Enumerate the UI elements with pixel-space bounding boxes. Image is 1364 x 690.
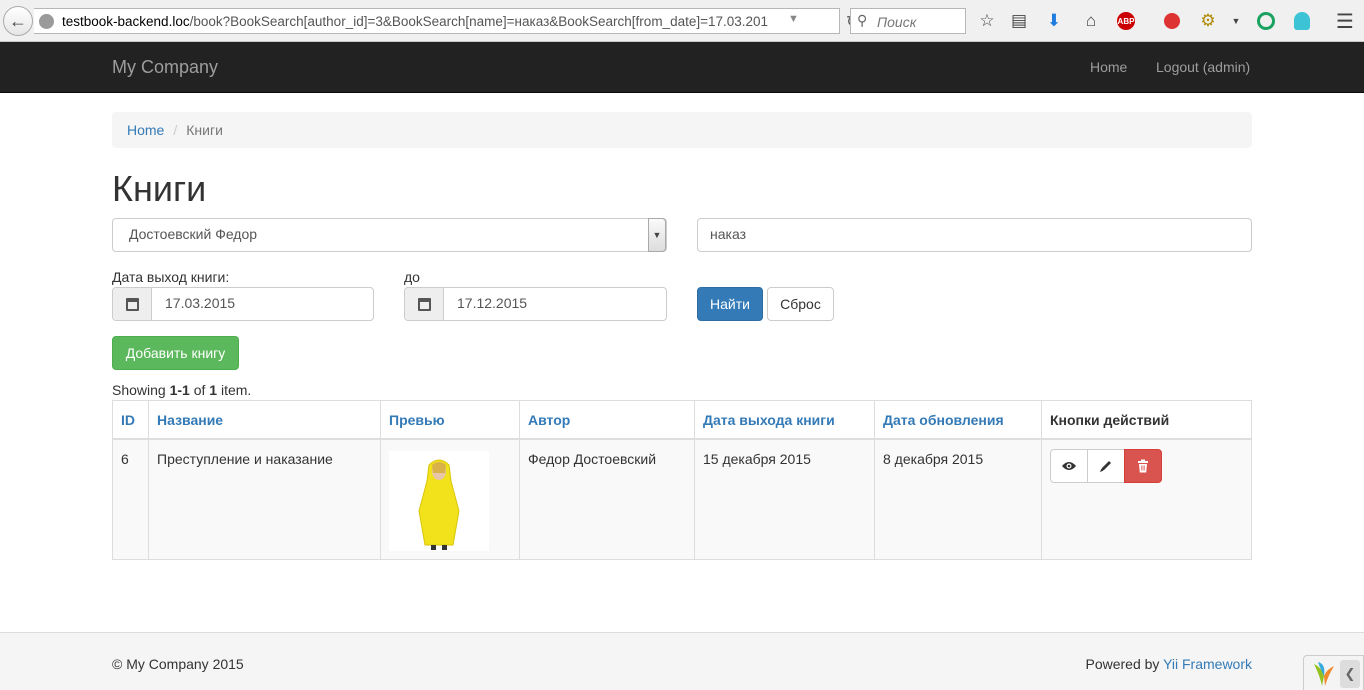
cell-release-date: 15 декабря 2015 xyxy=(694,438,875,560)
chevron-left-icon[interactable]: ❮ xyxy=(1340,660,1360,688)
action-button-group xyxy=(1050,448,1243,483)
column-header-release-date[interactable]: Дата выхода книги xyxy=(694,400,875,440)
breadcrumb: Home / Книги xyxy=(112,112,1252,148)
calendar-icon[interactable] xyxy=(113,288,152,320)
address-bar[interactable]: testbook-backend.loc/book?BookSearch[aut… xyxy=(34,8,859,34)
name-search-input[interactable]: наказ xyxy=(697,218,1252,252)
table-row: 6 Преступление и наказание Федор Достоев… xyxy=(112,438,1252,560)
reading-list-icon[interactable]: ▤ xyxy=(1008,10,1030,32)
extension-gear-icon[interactable]: ⚙ xyxy=(1197,10,1219,32)
extension-ghost-icon[interactable] xyxy=(1294,12,1310,30)
book-preview-image[interactable] xyxy=(389,450,489,551)
page-title: Книги xyxy=(112,168,207,209)
extension-red-icon[interactable] xyxy=(1164,13,1180,29)
cell-name: Преступление и наказание xyxy=(148,438,381,560)
view-eye-icon[interactable] xyxy=(1050,448,1088,483)
name-search-value: наказ xyxy=(710,226,746,242)
download-icon[interactable]: ⬇ xyxy=(1043,10,1065,32)
to-date-label: до xyxy=(404,269,420,285)
bookmark-star-icon[interactable]: ☆ xyxy=(976,10,998,32)
chevron-down-icon[interactable]: ▼ xyxy=(648,218,666,252)
cell-author: Федор Достоевский xyxy=(519,438,695,560)
footer-copyright: © My Company 2015 xyxy=(112,656,244,672)
browser-toolbar: ← testbook-backend.loc/book?BookSearch[a… xyxy=(0,0,1364,42)
calendar-icon[interactable] xyxy=(405,288,444,320)
breadcrumb-current: Книги xyxy=(186,122,223,138)
browser-search-input[interactable]: ⚲ Поиск xyxy=(850,8,966,34)
menu-dropdown-icon[interactable]: ▼ xyxy=(1225,10,1247,32)
to-date-field[interactable]: 17.12.2015 xyxy=(404,287,667,321)
yii-framework-link[interactable]: Yii Framework xyxy=(1163,656,1252,672)
adblock-icon[interactable]: ABP xyxy=(1117,12,1135,30)
brand-link[interactable]: My Company xyxy=(112,57,218,78)
grid-summary: Showing 1-1 of 1 item. xyxy=(112,382,252,398)
extension-green-icon[interactable] xyxy=(1257,12,1275,30)
cell-id: 6 xyxy=(112,438,149,560)
nav-home-link[interactable]: Home xyxy=(1090,59,1127,75)
url-text: testbook-backend.loc/book?BookSearch[aut… xyxy=(62,14,769,29)
url-history-dropdown-icon[interactable]: ▼ xyxy=(788,13,799,25)
home-icon[interactable]: ⌂ xyxy=(1080,10,1102,32)
page-footer: © My Company 2015 Powered by Yii Framewo… xyxy=(0,632,1364,690)
nav-logout-link[interactable]: Logout (admin) xyxy=(1156,59,1250,75)
find-button[interactable]: Найти xyxy=(697,287,763,321)
column-header-author[interactable]: Автор xyxy=(519,400,695,440)
delete-trash-icon[interactable] xyxy=(1124,448,1162,483)
footer-powered-by: Powered by Yii Framework xyxy=(1085,656,1252,672)
author-select-value: Достоевский Федор xyxy=(129,226,258,242)
yii-debug-toolbar[interactable]: ❮ xyxy=(1303,655,1364,690)
column-header-name[interactable]: Название xyxy=(148,400,381,440)
from-date-label: Дата выход книги: xyxy=(112,269,230,285)
search-placeholder: Поиск xyxy=(877,14,917,30)
top-navbar: My Company Home Logout (admin) xyxy=(0,42,1364,93)
globe-icon xyxy=(39,14,54,29)
to-date-value: 17.12.2015 xyxy=(457,295,528,311)
edit-pencil-icon[interactable] xyxy=(1087,448,1125,483)
breadcrumb-home-link[interactable]: Home xyxy=(127,122,164,138)
cell-actions xyxy=(1041,438,1252,560)
author-select[interactable]: Достоевский Федор ▼ xyxy=(112,218,667,252)
column-header-preview[interactable]: Превью xyxy=(380,400,520,440)
column-header-updated[interactable]: Дата обновления xyxy=(874,400,1042,440)
from-date-field[interactable]: 17.03.2015 xyxy=(112,287,374,321)
column-header-id[interactable]: ID xyxy=(112,400,149,440)
search-icon: ⚲ xyxy=(857,12,868,28)
yii-logo-icon xyxy=(1314,662,1334,686)
books-table: ID Название Превью Автор Дата выхода кни… xyxy=(112,400,1252,560)
cell-preview xyxy=(380,438,520,560)
table-header-row: ID Название Превью Автор Дата выхода кни… xyxy=(112,400,1252,440)
breadcrumb-separator: / xyxy=(173,122,178,138)
column-header-actions: Кнопки действий xyxy=(1041,400,1252,440)
from-date-value: 17.03.2015 xyxy=(165,295,236,311)
back-arrow-icon[interactable]: ← xyxy=(3,6,33,36)
add-book-button[interactable]: Добавить книгу xyxy=(112,336,239,370)
reset-button[interactable]: Сброс xyxy=(767,287,834,321)
cell-updated: 8 декабря 2015 xyxy=(874,438,1042,560)
hamburger-menu-icon[interactable]: ☰ xyxy=(1334,10,1356,33)
